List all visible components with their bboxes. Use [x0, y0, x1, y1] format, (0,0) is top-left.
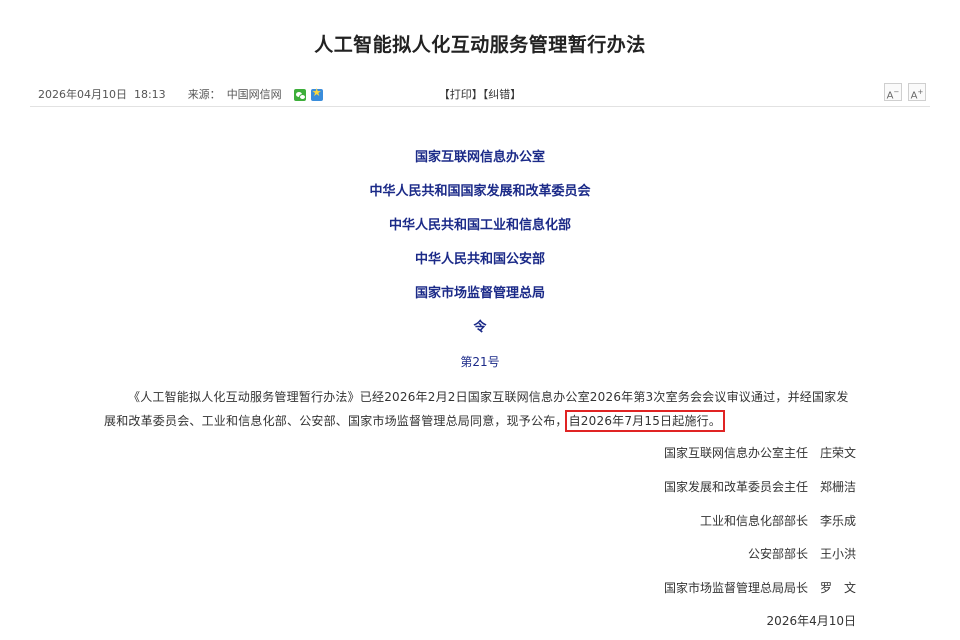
signatory: 公安部部长 王小洪 — [748, 545, 856, 562]
font-size-controls: A− A+ — [878, 83, 926, 101]
issuer-name: 国家互联网信息办公室 — [414, 150, 545, 165]
signatory: 工业和信息化部部长 李乐成 — [700, 512, 856, 529]
signatory-title: 工业和信息化部部长 — [699, 514, 808, 528]
signatory-name: 郑栅洁 — [819, 480, 856, 494]
sign-date: 2026年4月10日 — [766, 614, 856, 628]
issuer-name: 中华人民共和国工业和信息化部 — [388, 218, 571, 233]
signatory-title: 国家发展和改革委员会主任 — [663, 480, 808, 494]
order-body: 《人工智能拟人化互动服务管理暂行办法》已经2026年2月2日国家互联网信息办公室… — [104, 385, 860, 433]
signatory: 国家市场监督管理总局局长罗 文 — [664, 579, 856, 596]
issuer-list: 国家互联网信息办公室 中华人民共和国国家发展和改革委员会 中华人民共和国工业和信… — [0, 150, 960, 354]
effective-date-highlight: 自2026年7月15日起施行。 — [564, 410, 726, 432]
signatory: 国家互联网信息办公室主任 庄荣文 — [664, 444, 856, 461]
order-title: 令 — [473, 320, 487, 335]
signatory-name: 庄荣文 — [819, 446, 856, 460]
issuer-name: 中华人民共和国公安部 — [414, 252, 545, 267]
body-text: 《人工智能拟人化互动服务管理暂行办法》已经2026年2月2日国家互联网信息办公室… — [104, 390, 849, 428]
signatory-name: 王小洪 — [819, 547, 856, 561]
article-title: 人工智能拟人化互动服务管理暂行办法 — [314, 34, 646, 56]
signatory-title: 国家互联网信息办公室主任 — [663, 446, 808, 460]
issuer-name: 中华人民共和国国家发展和改革委员会 — [369, 184, 591, 199]
issuer-name: 国家市场监督管理总局 — [414, 286, 545, 301]
print-link[interactable]: 【打印】 — [439, 88, 483, 101]
signatory-title: 国家市场监督管理总局局长 — [663, 581, 808, 595]
signatory-name: 罗 文 — [819, 581, 856, 595]
font-increase-button[interactable]: A+ — [908, 83, 926, 101]
signatory: 国家发展和改革委员会主任 郑栅洁 — [664, 478, 856, 495]
signatory-name: 李乐成 — [819, 514, 856, 528]
order-number: 第21号 — [460, 355, 500, 369]
meta-actions: 【打印】【纠错】 — [30, 86, 930, 102]
signatory-title: 公安部部长 — [747, 547, 808, 561]
font-decrease-button[interactable]: A− — [884, 83, 902, 101]
article-meta-bar: 2026年04月10日 18:13 来源： 中国网信网 【打印】【纠错】 A− … — [30, 82, 930, 107]
correct-link[interactable]: 【纠错】 — [483, 88, 522, 101]
